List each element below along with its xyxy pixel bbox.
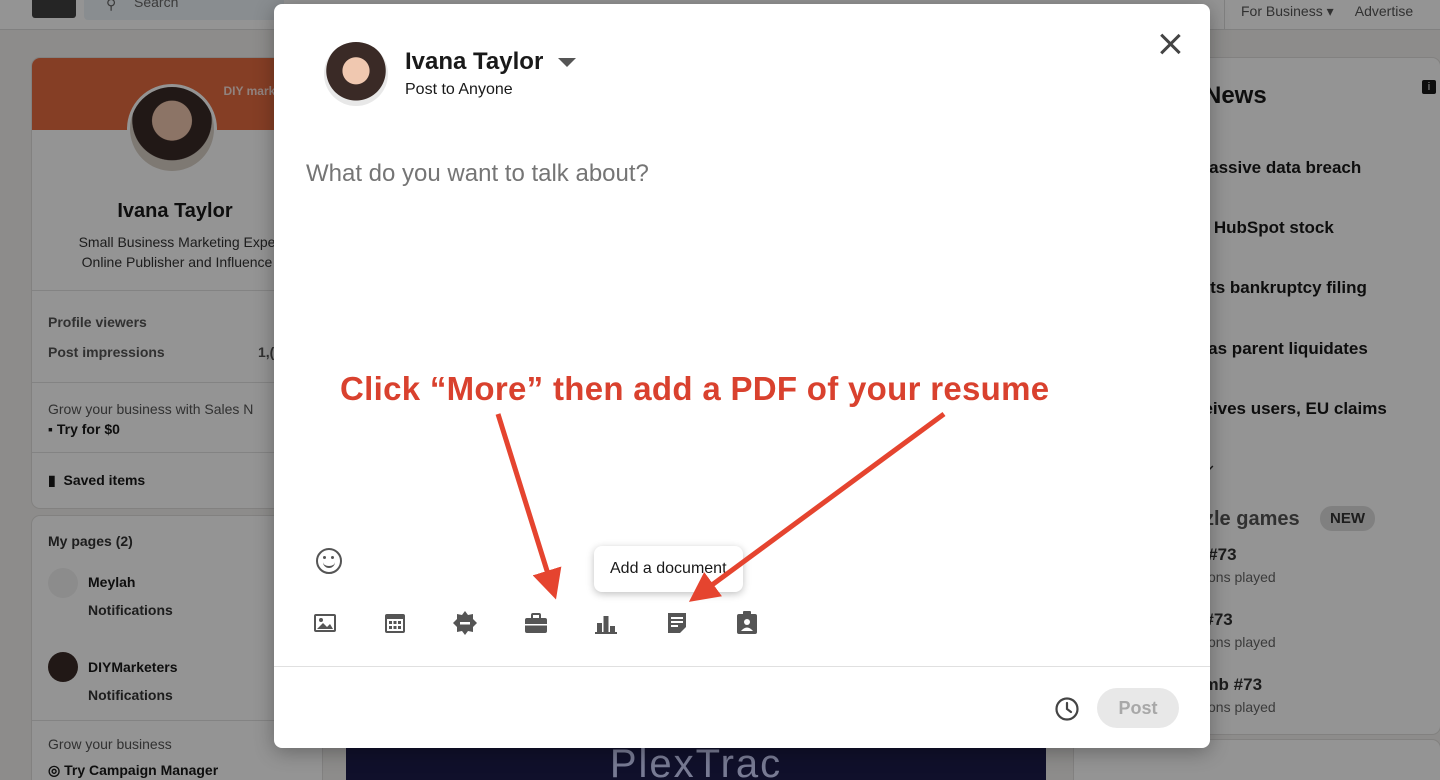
audience-selector[interactable]: Post to Anyone [405, 81, 513, 99]
post-button[interactable]: Post [1097, 688, 1179, 728]
briefcase-icon[interactable] [522, 609, 550, 637]
post-text-input[interactable] [306, 160, 1166, 188]
author-avatar [324, 42, 388, 106]
close-button[interactable] [1154, 28, 1186, 60]
poll-chart-icon[interactable] [592, 609, 620, 637]
author-name[interactable]: Ivana Taylor [405, 48, 543, 76]
caret-down-icon[interactable] [558, 58, 576, 67]
annotation-instruction: Click “More” then add a PDF of your resu… [340, 370, 1050, 407]
clipboard-person-icon[interactable] [733, 609, 761, 637]
image-icon[interactable] [311, 609, 339, 637]
add-document-tooltip: Add a document [594, 546, 743, 592]
celebrate-badge-icon[interactable] [451, 609, 479, 637]
document-icon[interactable] [663, 609, 691, 637]
footer-divider [274, 666, 1210, 667]
emoji-icon[interactable] [316, 548, 342, 574]
schedule-clock-icon[interactable] [1054, 696, 1080, 722]
calendar-icon[interactable] [381, 609, 409, 637]
